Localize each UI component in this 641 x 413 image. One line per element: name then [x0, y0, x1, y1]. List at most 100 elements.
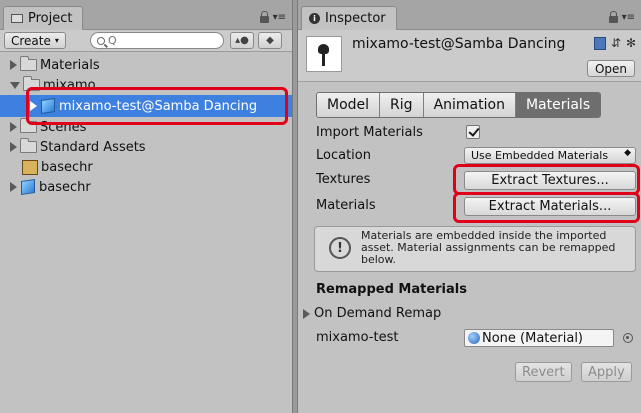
project-tab-label: Project	[28, 11, 73, 26]
inspector-tab-controls: ▾≡	[608, 10, 635, 23]
search-input[interactable]	[108, 34, 218, 47]
material-object-field[interactable]: None (Material)	[464, 329, 614, 347]
dropdown-caret-icon: ◆	[624, 148, 631, 158]
project-tab[interactable]: Project	[3, 6, 84, 30]
apply-label: Apply	[588, 364, 625, 380]
asset-preview-thumbnail	[306, 36, 342, 72]
revert-label: Revert	[522, 364, 565, 380]
folder-icon	[23, 76, 40, 91]
revert-button[interactable]: Revert	[515, 362, 572, 382]
import-settings-tabs: Model Rig Animation Materials	[316, 92, 602, 118]
extract-materials-button[interactable]: Extract Materials...	[464, 197, 636, 216]
tree-item-label: Standard Assets	[40, 139, 146, 155]
model-icon	[21, 179, 35, 195]
header-icons: ⇵ ✻	[593, 36, 636, 50]
filter-by-type-button[interactable]: ▴●	[230, 32, 254, 49]
inspector-panel: i Inspector ▾≡ mixamo-test@Samba Dancing…	[298, 0, 641, 413]
material-field-value: None (Material)	[482, 330, 584, 346]
scene-icon	[22, 159, 38, 175]
caret-down-icon: ▾	[54, 36, 59, 45]
collapse-arrow-icon[interactable]	[10, 81, 20, 89]
menu-icon[interactable]: ▾≡	[622, 12, 635, 23]
location-dropdown[interactable]: Use Embedded Materials ◆	[464, 147, 636, 164]
extract-textures-button[interactable]: Extract Textures...	[464, 171, 636, 190]
remap-name-label: mixamo-test	[316, 330, 399, 345]
apply-button[interactable]: Apply	[581, 362, 632, 382]
project-panel: Project ▾≡ Create ▾ ▴● ◆ Materials	[0, 0, 292, 413]
filter-by-label-button[interactable]: ◆	[258, 32, 282, 49]
tree-item-label: mixamo-test@Samba Dancing	[59, 98, 258, 114]
tab-rig[interactable]: Rig	[380, 93, 424, 117]
folder-icon	[20, 56, 37, 71]
project-tabbar: Project ▾≡	[0, 0, 292, 30]
asset-header: mixamo-test@Samba Dancing ⇵ ✻ Open	[298, 30, 641, 82]
info-icon: !	[329, 237, 351, 259]
preset-icon[interactable]: ⇵	[611, 36, 621, 50]
tab-label: Animation	[433, 97, 505, 113]
tree-item-basechr-scene[interactable]: basechr	[0, 157, 292, 177]
project-tab-controls: ▾≡	[259, 10, 286, 23]
materials-label: Materials	[316, 198, 376, 213]
lock-icon[interactable]	[608, 10, 618, 23]
create-button[interactable]: Create ▾	[4, 32, 66, 49]
expand-arrow-icon[interactable]	[30, 101, 37, 111]
lock-icon[interactable]	[259, 10, 269, 23]
tab-animation[interactable]: Animation	[423, 93, 516, 117]
tree-item-label: mixamo	[43, 77, 96, 93]
tab-label: Materials	[525, 97, 591, 113]
tree-item-mixamo-test[interactable]: mixamo-test@Samba Dancing	[0, 95, 292, 117]
inspector-tab-label: Inspector	[325, 11, 386, 26]
folder-icon	[20, 118, 37, 133]
import-materials-label: Import Materials	[316, 125, 423, 140]
textures-label: Textures	[316, 172, 371, 187]
tree-item-label: basechr	[39, 179, 91, 195]
tree-item-scenes[interactable]: Scenes	[0, 117, 292, 137]
material-sphere-icon	[468, 332, 480, 344]
on-demand-label: On Demand Remap	[314, 306, 442, 321]
search-icon	[97, 36, 105, 45]
expand-arrow-icon[interactable]	[10, 60, 17, 70]
tree-item-basechr-model[interactable]: basechr	[0, 177, 292, 197]
import-materials-checkbox[interactable]	[466, 125, 480, 139]
tree-item-standard-assets[interactable]: Standard Assets	[0, 137, 292, 157]
model-icon	[41, 98, 55, 114]
open-label: Open	[594, 61, 627, 76]
location-label: Location	[316, 148, 371, 163]
info-helpbox: ! Materials are embedded inside the impo…	[314, 226, 636, 272]
tree-item-label: Materials	[40, 57, 100, 73]
search-field[interactable]	[90, 32, 224, 49]
menu-icon[interactable]: ▾≡	[273, 12, 286, 23]
object-picker-icon[interactable]	[623, 333, 633, 343]
tab-materials[interactable]: Materials	[515, 93, 601, 117]
help-book-icon[interactable]	[593, 36, 606, 50]
tree-item-mixamo[interactable]: mixamo	[0, 75, 292, 95]
inspector-tabbar: i Inspector ▾≡	[298, 0, 641, 30]
gear-icon[interactable]: ✻	[626, 36, 636, 50]
tree-item-label: Scenes	[40, 119, 87, 135]
open-button[interactable]: Open	[586, 60, 635, 77]
tab-label: Rig	[390, 97, 413, 113]
info-tab-icon: i	[309, 13, 320, 24]
expand-arrow-icon[interactable]	[10, 122, 17, 132]
expand-arrow-icon[interactable]	[10, 182, 17, 192]
tree-item-label: basechr	[41, 159, 93, 175]
tab-label: Model	[327, 97, 370, 113]
create-label: Create	[11, 33, 51, 48]
asset-title: mixamo-test@Samba Dancing	[352, 36, 566, 52]
extract-textures-label: Extract Textures...	[491, 173, 609, 188]
folder-tab-icon	[11, 14, 23, 23]
expand-arrow-icon[interactable]	[303, 308, 310, 319]
tree-item-materials[interactable]: Materials	[0, 55, 292, 75]
extract-materials-label: Extract Materials...	[488, 199, 612, 214]
remapped-materials-title: Remapped Materials	[316, 282, 467, 297]
on-demand-remap-foldout[interactable]: On Demand Remap	[303, 306, 441, 321]
filter-type-icon: ▴●	[235, 35, 249, 46]
inspector-tab[interactable]: i Inspector	[301, 6, 397, 30]
tab-model[interactable]: Model	[317, 93, 381, 117]
help-text: Materials are embedded inside the import…	[361, 229, 616, 266]
project-toolbar: Create ▾ ▴● ◆	[0, 30, 292, 52]
folder-icon	[20, 138, 37, 153]
location-value: Use Embedded Materials	[471, 149, 609, 162]
expand-arrow-icon[interactable]	[10, 142, 17, 152]
label-tag-icon: ◆	[266, 35, 274, 46]
